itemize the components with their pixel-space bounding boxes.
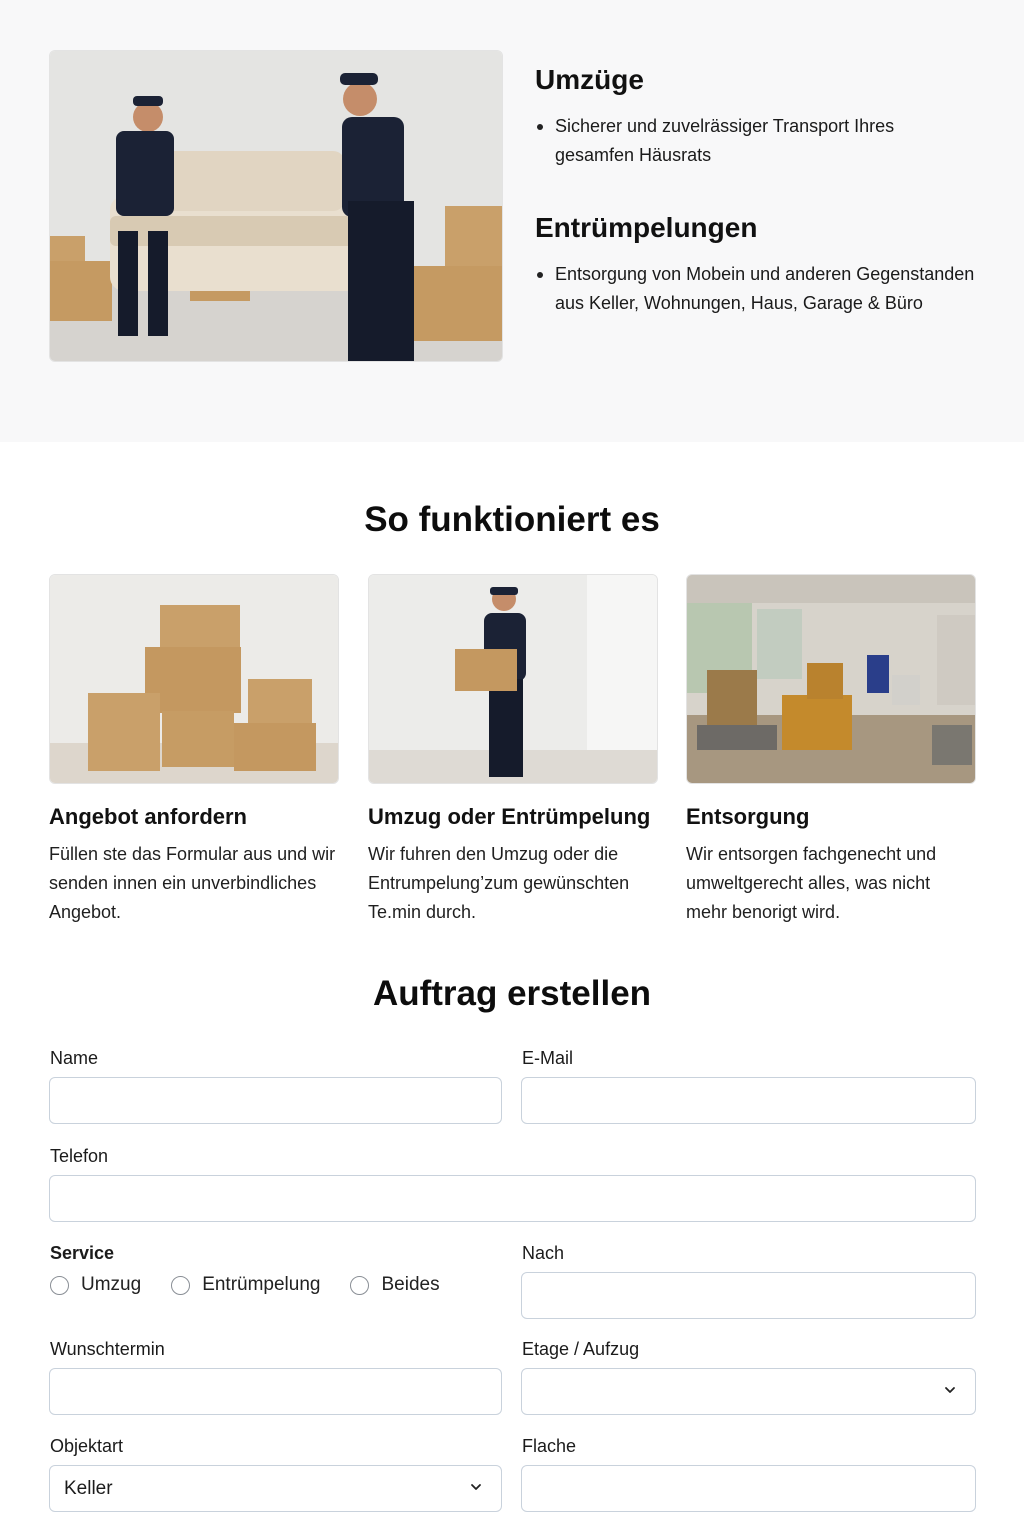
phone-field[interactable] [49,1175,976,1222]
service-bullets-entruempelungen: Entsorgung von Mobein und anderen Gegens… [535,260,975,318]
service-bullet: Entsorgung von Mobein und anderen Gegens… [535,260,975,318]
name-label: Name [50,1048,99,1068]
step-title: Umzug oder Entrümpelung [368,804,651,829]
service-radio-group: Umzug Entrümpelung Beides [50,1274,440,1296]
cardboard-boxes-image [49,574,339,784]
object-type-select[interactable]: Keller [49,1465,502,1512]
radio-button[interactable] [350,1275,370,1295]
radio-option-beides[interactable]: Beides [350,1274,440,1296]
radio-button[interactable] [171,1275,191,1295]
object-type-label: Objektart [50,1436,124,1456]
step-card-disposal: Entsorgung Wir entsorgen fachgenecht und… [686,574,976,927]
object-type-select-value: Keller [64,1478,113,1499]
radio-button[interactable] [50,1275,69,1295]
step-title: Angebot anfordern [49,804,247,829]
step-card-move: Umzug oder Entrümpelung Wir fuhren den U… [368,574,658,927]
radio-option-entruempelung[interactable]: Entrümpelung [171,1274,320,1296]
nach-field[interactable] [521,1272,976,1319]
service-label: Service [50,1243,115,1263]
floor-label: Etage / Aufzug [522,1339,640,1359]
step-card-offer: Angebot anfordern Füllen ste das Formula… [49,574,339,927]
services-section: Umzüge Sicherer und zuvelrässiger Transp… [0,0,1024,442]
phone-label: Telefon [50,1146,109,1166]
service-umzuege: Umzüge Sicherer und zuvelrässiger Transp… [535,64,975,170]
radio-label: Umzug [81,1274,142,1295]
nach-label: Nach [522,1243,565,1263]
email-field[interactable] [521,1077,976,1124]
chevron-down-icon [471,1484,481,1490]
cluttered-room-image [686,574,976,784]
service-bullets-umzuege: Sicherer und zuvelrässiger Transport Ihr… [535,112,975,170]
service-title-umzuege: Umzüge [535,64,644,95]
movers-carrying-sofa-image [49,50,503,362]
area-field[interactable] [521,1465,976,1512]
email-label: E-Mail [522,1048,574,1068]
how-it-works-title: So funktioniert es [364,500,660,539]
area-label: Flache [522,1436,577,1456]
radio-label: Entrümpelung [202,1274,321,1295]
step-text: Wir entsorgen fachgenecht und umweltgere… [686,844,937,922]
floor-select[interactable] [521,1368,976,1415]
chevron-down-icon [945,1387,955,1393]
name-field[interactable] [49,1077,502,1124]
order-form-title: Auftrag erstellen [372,974,652,1013]
step-text: Füllen ste das Formular aus und wir send… [49,844,336,922]
radio-label: Beides [381,1274,440,1295]
date-field[interactable] [49,1368,502,1415]
date-label: Wunschtermin [50,1339,165,1359]
step-text: Wir fuhren den Umzug oder die Entrumpelu… [368,844,630,922]
service-bullet: Sicherer und zuvelrässiger Transport Ihr… [535,112,975,170]
radio-option-umzug[interactable]: Umzug [50,1274,141,1296]
step-title: Entsorgung [686,804,810,829]
service-title-entruempelungen: Entrümpelungen [535,212,758,243]
mover-carrying-box-image [368,574,658,784]
service-entruempelungen: Entrümpelungen Entsorgung von Mobein und… [535,212,975,318]
